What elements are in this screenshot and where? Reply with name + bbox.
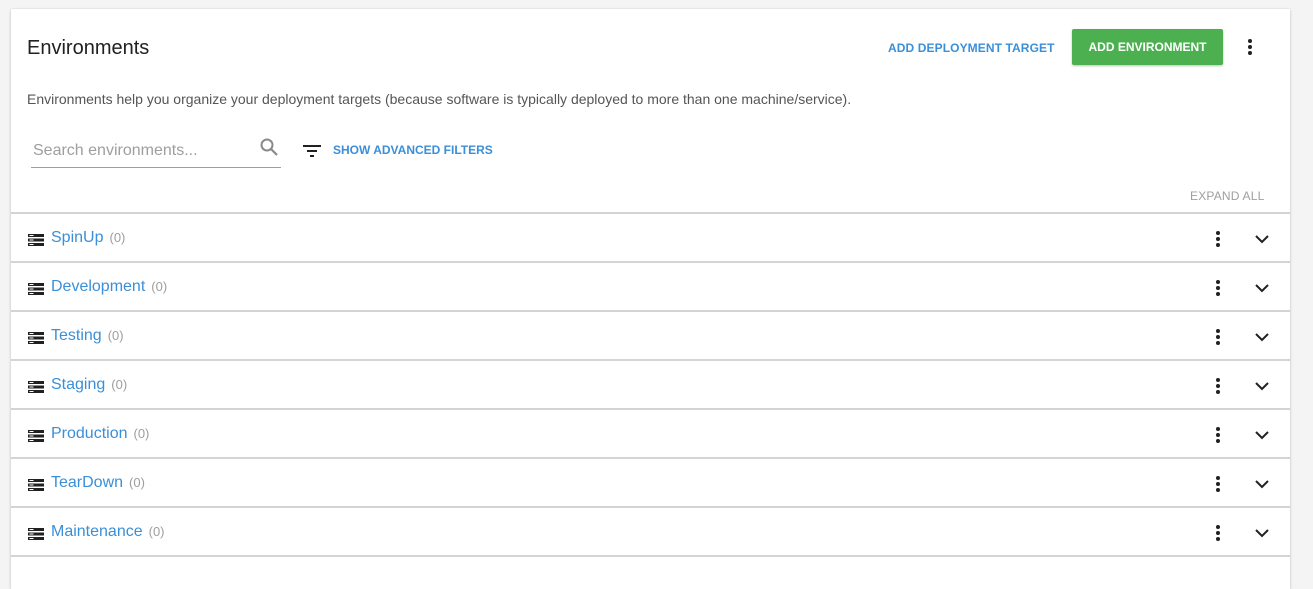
chevron-down-icon[interactable]: [1254, 281, 1270, 295]
chevron-down-icon[interactable]: [1254, 526, 1270, 540]
environment-target-count: (0): [129, 475, 145, 490]
filter-list-icon[interactable]: [302, 141, 322, 161]
more-vertical-icon[interactable]: [1210, 278, 1226, 298]
chevron-down-icon[interactable]: [1254, 379, 1270, 393]
environment-row[interactable]: Maintenance (0): [11, 506, 1290, 557]
more-vertical-icon[interactable]: [1241, 37, 1259, 57]
environment-name: Testing: [51, 327, 102, 344]
environment-row[interactable]: Development (0): [11, 261, 1290, 310]
environment-icon: [28, 282, 44, 295]
chevron-down-icon[interactable]: [1254, 428, 1270, 442]
search-icon[interactable]: [259, 137, 279, 157]
more-vertical-icon[interactable]: [1210, 474, 1226, 494]
chevron-down-icon[interactable]: [1254, 477, 1270, 491]
environment-target-count: (0): [109, 230, 126, 245]
environment-target-count: (0): [133, 426, 150, 441]
environment-name: SpinUp: [51, 229, 104, 246]
environment-name-link[interactable]: Maintenance (0): [51, 523, 165, 541]
environment-icon: [28, 429, 44, 442]
environment-name-link[interactable]: SpinUp (0): [51, 229, 125, 247]
environment-row[interactable]: Testing (0): [11, 310, 1290, 359]
environment-name-link[interactable]: Development (0): [51, 278, 167, 296]
environment-name: Production: [51, 425, 128, 442]
environment-name: Maintenance: [51, 523, 143, 540]
search-field: [31, 135, 281, 168]
environments-card: Environments ADD DEPLOYMENT TARGET ADD E…: [11, 9, 1290, 589]
show-advanced-filters-button[interactable]: SHOW ADVANCED FILTERS: [333, 143, 493, 157]
more-vertical-icon[interactable]: [1210, 376, 1226, 396]
page-description: Environments help you organize your depl…: [27, 91, 852, 107]
environment-target-count: (0): [107, 328, 124, 343]
environment-name-link[interactable]: Production (0): [51, 425, 149, 443]
environment-icon: [28, 478, 44, 491]
more-vertical-icon[interactable]: [1210, 327, 1226, 347]
add-deployment-target-button[interactable]: ADD DEPLOYMENT TARGET: [888, 41, 1055, 55]
environment-target-count: (0): [148, 524, 165, 539]
environment-name-link[interactable]: Testing (0): [51, 327, 124, 345]
page-title: Environments: [27, 37, 150, 59]
search-input[interactable]: [31, 139, 255, 163]
environment-list: SpinUp (0) Development (0) Testing (0) S…: [11, 212, 1290, 557]
expand-all-button[interactable]: EXPAND ALL: [1190, 189, 1264, 203]
environment-name: TearDown: [51, 474, 124, 491]
environment-name: Development: [51, 278, 146, 295]
environment-name-link[interactable]: Staging (0): [51, 376, 127, 394]
environment-row[interactable]: TearDown (0): [11, 457, 1290, 506]
environment-icon: [28, 380, 44, 393]
environment-icon: [28, 233, 44, 246]
more-vertical-icon[interactable]: [1210, 229, 1226, 249]
environment-target-count: (0): [151, 279, 168, 294]
chevron-down-icon[interactable]: [1254, 232, 1270, 246]
environment-icon: [28, 527, 44, 540]
environment-name-link[interactable]: TearDown (0): [51, 474, 145, 492]
chevron-down-icon[interactable]: [1254, 330, 1270, 344]
environment-name: Staging: [51, 376, 106, 393]
more-vertical-icon[interactable]: [1210, 523, 1226, 543]
environment-row[interactable]: Staging (0): [11, 359, 1290, 408]
environment-icon: [28, 331, 44, 344]
more-vertical-icon[interactable]: [1210, 425, 1226, 445]
add-environment-button[interactable]: ADD ENVIRONMENT: [1072, 29, 1223, 65]
environment-row[interactable]: SpinUp (0): [11, 212, 1290, 261]
environment-row[interactable]: Production (0): [11, 408, 1290, 457]
environment-target-count: (0): [111, 377, 128, 392]
